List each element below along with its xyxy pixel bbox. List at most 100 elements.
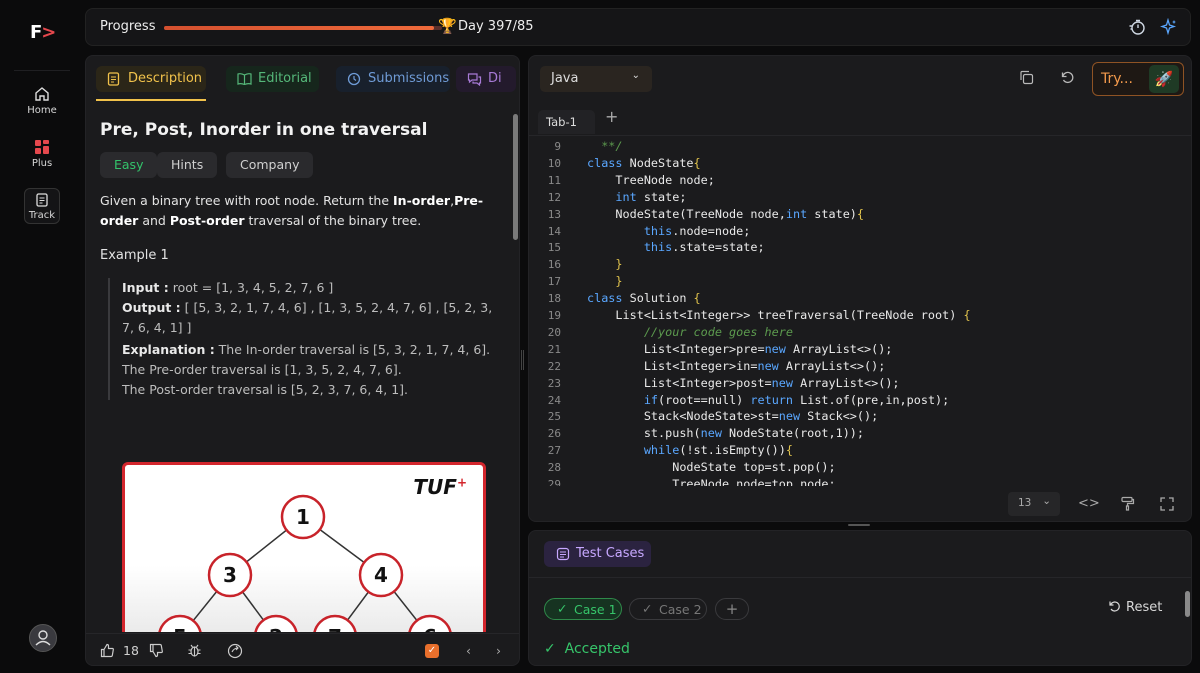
avatar[interactable] (29, 624, 57, 652)
line-number: 20 (547, 325, 561, 339)
language-select[interactable]: Java ⌄ (540, 66, 652, 92)
code-line: int state; (615, 189, 687, 204)
code-line: this.state=state; (643, 240, 765, 255)
line-number: 29 (547, 478, 561, 486)
tests-scrollbar[interactable] (1185, 583, 1191, 665)
tab-label: Test Cases (576, 546, 645, 561)
sidebar-item-track[interactable]: Track (0, 188, 84, 224)
case-2-tab[interactable]: ✓ Case 2 (629, 598, 707, 620)
code-line: if(root==null) return List.of(pre,in,pos… (643, 392, 950, 407)
description-scrollbar[interactable] (513, 102, 519, 632)
hints-button[interactable]: Hints (157, 152, 218, 178)
tab-test-cases[interactable]: Test Cases (544, 541, 651, 567)
code-line: List<Integer>pre=new ArrayList<>(); (587, 341, 893, 356)
next-problem-button[interactable]: › (496, 643, 501, 658)
code-line: NodeState(TreeNode node,int state){ (587, 206, 865, 221)
tree-node-label: 3 (223, 563, 237, 587)
tree-illustration: TUF+ 1 3 4 5 2 7 6 (122, 462, 486, 632)
tab-discussion[interactable]: Di (456, 66, 516, 92)
check-icon: ✓ (557, 601, 568, 616)
line-number: 23 (547, 376, 561, 390)
sidebar: F> Home Plus Track (0, 0, 76, 673)
example-title: Example 1 (100, 248, 169, 263)
sidebar-divider (14, 70, 70, 71)
case-1-tab[interactable]: ✓ Case 1 (544, 598, 622, 620)
tab-submissions[interactable]: Submissions (336, 66, 450, 92)
code-line: while(!st.isEmpty()){ (643, 443, 793, 458)
tuf-logo: TUF+ (413, 475, 467, 499)
copy-icon (1020, 70, 1034, 85)
tab-label: Di (488, 71, 502, 86)
problem-description: Pre, Post, Inorder in one traversal Easy… (86, 102, 511, 632)
editor-tabs: Tab-1 + (529, 104, 1191, 136)
line-number: 10 (547, 156, 561, 170)
try-run-button[interactable]: Try... 🚀 (1092, 62, 1184, 96)
code-line: List<Integer>post=new ArrayList<>(); (587, 375, 900, 390)
rocket-icon[interactable]: 🚀 (1149, 65, 1179, 93)
line-number: 9 (554, 140, 561, 153)
code-line: } (587, 274, 623, 289)
prev-problem-button[interactable]: ‹ (466, 643, 471, 658)
code-area[interactable]: 9 **/ 10 class NodeState{11 TreeNode node;… (529, 138, 1191, 486)
tab-description[interactable]: Description (96, 66, 206, 92)
report-bug-button[interactable] (187, 643, 202, 661)
editor-footer: 13 ⌄ <> (529, 486, 1191, 521)
code-line: TreeNode node=top.node; (587, 477, 836, 486)
line-number: 26 (547, 427, 561, 441)
tab-editorial[interactable]: Editorial (226, 66, 319, 92)
example-output: Output : [ [5, 3, 2, 1, 7, 4, 6] , [1, 3… (122, 300, 493, 335)
code-brackets-icon[interactable]: <> (1078, 496, 1100, 511)
tab-label: Editorial (258, 71, 312, 86)
dislike-button[interactable] (149, 643, 164, 661)
tree-node-label: 4 (374, 563, 388, 587)
reset-cases-button[interactable]: Reset (1108, 600, 1162, 615)
reset-code-button[interactable] (1060, 70, 1075, 89)
chevron-down-icon: ⌄ (631, 70, 640, 81)
sparkle-ai-icon[interactable] (1159, 17, 1178, 40)
code-line: TreeNode node; (587, 172, 715, 187)
editor-resize-handle[interactable] (848, 524, 870, 526)
code-line: class Solution { (587, 291, 701, 306)
problem-panel: Description Editorial Submissions Di Pre… (85, 55, 520, 666)
tree-node-label: 2 (269, 625, 283, 632)
track-document-icon (36, 193, 48, 207)
sidebar-item-plus[interactable]: Plus (0, 139, 84, 169)
panel-resize-handle[interactable] (521, 350, 524, 370)
bug-icon (188, 644, 201, 657)
like-count: 18 (123, 643, 139, 658)
editor-tab-1[interactable]: Tab-1 (538, 110, 595, 134)
example-box: Input : root = [1, 3, 4, 5, 2, 7, 6 ] Ou… (108, 278, 506, 400)
copy-button[interactable] (1019, 70, 1034, 89)
fullscreen-button[interactable] (1160, 496, 1174, 515)
mark-complete-checkbox[interactable]: ✓ (425, 644, 439, 658)
like-button[interactable] (100, 643, 115, 661)
app-logo[interactable]: F> (30, 22, 56, 43)
add-tab-icon[interactable]: + (605, 107, 618, 126)
tab-label: Description (128, 71, 203, 86)
progress-bar-header: Progress 🏆 Day 397/85 (85, 8, 1191, 46)
timer-icon[interactable] (1128, 18, 1146, 40)
format-code-button[interactable] (1120, 496, 1135, 515)
font-size-select[interactable]: 13 ⌄ (1008, 492, 1060, 516)
tree-node-label: 5 (173, 625, 187, 632)
chevron-down-icon: ⌄ (1042, 495, 1051, 507)
sidebar-item-label: Home (27, 105, 57, 116)
line-number: 15 (547, 241, 561, 255)
problem-footer: 18 ✓ ‹ › (86, 633, 519, 665)
tree-node-label: 7 (328, 625, 342, 632)
add-case-button[interactable]: + (715, 598, 749, 620)
book-icon (237, 73, 252, 85)
thumbs-down-icon (149, 643, 163, 658)
tree-node-label: 1 (296, 505, 310, 529)
example-explanation-line: The Post-order traversal is [5, 2, 3, 7,… (122, 382, 409, 397)
line-number: 16 (547, 258, 561, 272)
line-number: 14 (547, 224, 561, 238)
line-number: 21 (547, 342, 561, 356)
share-button[interactable] (227, 643, 243, 662)
difficulty-badge: Easy (100, 152, 158, 178)
sidebar-item-home[interactable]: Home (0, 86, 84, 116)
code-line: class NodeState{ (587, 155, 701, 170)
company-button[interactable]: Company (226, 152, 314, 178)
divider (529, 577, 1191, 578)
code-line: List<List<Integer>> treeTraversal(TreeNo… (587, 308, 971, 322)
